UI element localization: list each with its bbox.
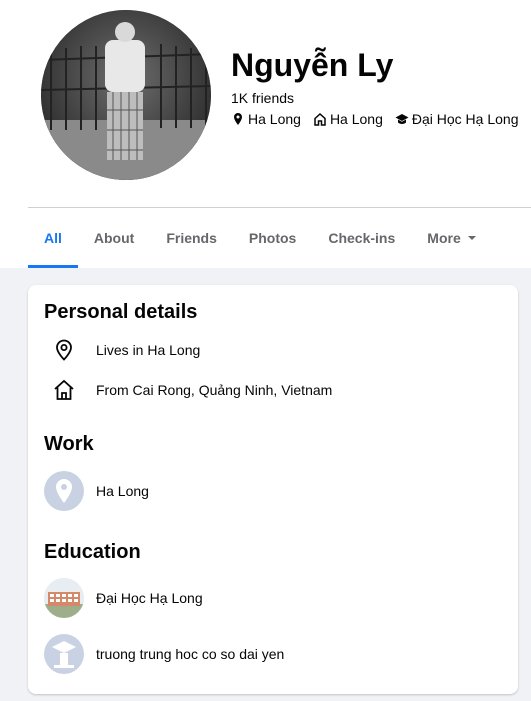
meta-location-label: Ha Long (248, 111, 301, 127)
friends-count[interactable]: 1K friends (231, 88, 294, 108)
lives-in-text: Lives in Ha Long (96, 342, 201, 358)
tab-more-label: More (427, 230, 461, 246)
tab-about[interactable]: About (78, 209, 150, 267)
profile-avatar[interactable] (41, 10, 211, 180)
from-text: From Cai Rong, Quảng Ninh, Vietnam (96, 382, 333, 398)
tab-check-ins[interactable]: Check-ins (312, 209, 411, 267)
education-text: truong trung hoc co so dai yen (96, 646, 285, 662)
work-title: Work (44, 433, 94, 455)
tab-friends[interactable]: Friends (150, 209, 233, 267)
caret-down-icon (467, 233, 477, 243)
meta-education-label: Đại Học Hạ Long (411, 111, 519, 127)
school-placeholder-icon (44, 634, 84, 674)
location-pin-icon (231, 112, 245, 126)
meta-location[interactable]: Ha Long (231, 111, 301, 127)
meta-education[interactable]: Đại Học Hạ Long (395, 111, 519, 127)
profile-name: Nguyễn Ly (231, 47, 394, 83)
tab-all-label: All (44, 230, 62, 246)
school-photo-thumbnail (44, 578, 84, 618)
home-icon (44, 378, 84, 402)
list-item-work[interactable]: Ha Long (44, 471, 149, 511)
tab-friends-label: Friends (166, 230, 217, 246)
meta-hometown[interactable]: Ha Long (313, 111, 383, 127)
profile-header: Nguyễn Ly 1K friends Ha Long Ha Long Đại… (0, 0, 531, 268)
education-title: Education (44, 541, 141, 563)
profile-meta: Ha Long Ha Long Đại Học Hạ Long (231, 108, 531, 130)
tab-more[interactable]: More (411, 209, 492, 267)
workplace-placeholder-icon (44, 471, 84, 511)
tab-about-label: About (93, 230, 135, 246)
list-item-from[interactable]: From Cai Rong, Quảng Ninh, Vietnam (44, 378, 332, 402)
list-item-lives-in[interactable]: Lives in Ha Long (44, 338, 200, 362)
graduation-cap-icon (395, 112, 409, 126)
home-icon (313, 112, 327, 126)
tab-check-ins-label: Check-ins (328, 230, 396, 246)
personal-details-title: Personal details (44, 301, 198, 323)
tab-photos[interactable]: Photos (233, 209, 312, 267)
list-item-education[interactable]: Đại Học Hạ Long (44, 578, 203, 618)
meta-hometown-label: Ha Long (329, 111, 383, 127)
tab-all[interactable]: All (28, 209, 78, 268)
profile-tabs: All About Friends Photos Check-ins More (28, 209, 493, 268)
header-divider (28, 207, 531, 208)
work-text: Ha Long (96, 483, 149, 499)
location-pin-icon (44, 338, 84, 362)
list-item-education[interactable]: truong trung hoc co so dai yen (44, 634, 284, 674)
about-card: Personal details Lives in Ha Long From C… (28, 285, 518, 694)
education-text: Đại Học Hạ Long (96, 590, 203, 606)
tab-photos-label: Photos (248, 230, 297, 246)
